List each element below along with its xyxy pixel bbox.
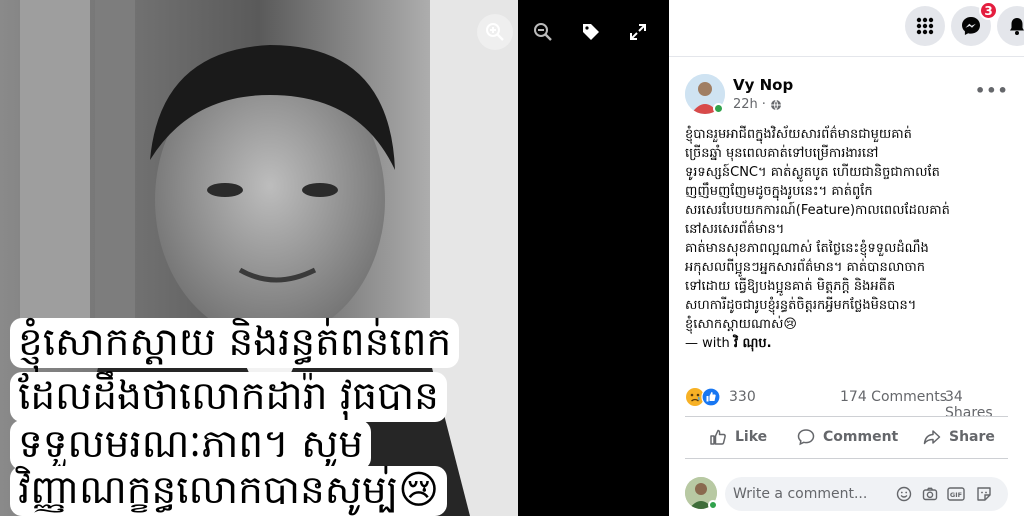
author-name[interactable]: Vy Nop (733, 76, 793, 94)
reaction-icons[interactable] (685, 387, 721, 407)
caption-line-4: វិញ្ញាណក្ខន្ធលោកបានសូម្ប់😢 (10, 466, 447, 516)
messenger-icon (962, 17, 980, 35)
online-indicator (713, 103, 724, 114)
photo-viewer: ខ្ញុំសោកស្ដាយ និងរន្ធត់ពន់ពេក ដែលដឹងថាលោ… (0, 0, 669, 516)
tag-icon (583, 24, 599, 40)
globe-icon (770, 99, 781, 110)
post-photo[interactable]: ខ្ញុំសោកស្ដាយ និងរន្ធត់ពន់ពេក ដែលដឹងថាលោ… (0, 0, 518, 516)
post-actions: Like Comment Share (685, 419, 1008, 455)
share-label: Share (949, 429, 995, 445)
like-reaction-icon (701, 387, 721, 407)
bell-icon (1010, 18, 1024, 35)
meta-separator: · (761, 97, 766, 112)
reaction-count[interactable]: 330 (729, 389, 756, 405)
zoom-in-icon (486, 23, 504, 41)
post-text-line: សរសេរបែបយកការណ៍(Feature)កាលពេលដែលគាត់ (685, 203, 950, 218)
post-text-line: ខ្ញុំបានរួមអាជីពក្នុងវិស័យសារព័ត៌មានជាមួ… (685, 127, 912, 142)
zoom-in-button[interactable] (477, 14, 513, 50)
tagged-person-link[interactable]: វិ ណុប. (734, 336, 772, 351)
camera-icon[interactable] (921, 485, 939, 503)
comment-button[interactable]: Comment (797, 419, 898, 455)
share-icon (923, 430, 941, 445)
comments-count[interactable]: 174 Comments (840, 389, 947, 405)
share-button[interactable]: Share (923, 419, 995, 455)
gif-icon[interactable]: GIF (947, 485, 965, 503)
post-text: ខ្ញុំបានរួមអាជីពក្នុងវិស័យសារព័ត៌មានជាមួ… (685, 125, 1015, 334)
notifications-button[interactable] (997, 6, 1024, 46)
post-text-line: ទៅដោយ ធ្វើឱ្យបងប្អូនគាត់ មិត្តភក្តិ និងអ… (685, 279, 896, 294)
divider (685, 458, 1008, 459)
caption-line-2: ដែលដឹងថាលោកដារ៉ា វុធបាន (10, 372, 447, 422)
with-prefix: — with (685, 336, 730, 351)
caption-line-3: ទទួលមរណៈភាព។ សូម (10, 420, 372, 470)
messenger-badge: 3 (979, 1, 998, 20)
tagged-with: — with វិ ណុប. (685, 335, 772, 354)
divider (685, 416, 1008, 417)
like-label: Like (735, 429, 768, 445)
menu-button[interactable] (905, 6, 945, 46)
zoom-out-icon (534, 23, 552, 41)
post-text-line: ខ្ញុំសោកស្ដាយណាស់😢 (685, 317, 797, 332)
post-text-line: សហការីដូចជារូបខ្ញុំរន្ធត់ចិត្តរកអ្វីមកថ្… (685, 298, 917, 313)
more-options-button[interactable]: ••• (975, 81, 1009, 100)
post-text-line: គាត់មានសុខភាពល្អណាស់ តែថ្ងៃនេះខ្ញុំទទួលដ… (685, 241, 929, 256)
comment-label: Comment (823, 429, 899, 445)
post-text-line: ញញឹមញញែមដូចក្នុងរូបនេះ។ គាត់ពូកែ (685, 184, 873, 199)
tag-button[interactable] (573, 14, 609, 50)
post-text-line: អកុសលពីប្អូនៗអ្នកសារព័ត៌មាន។ គាត់បានលាចា… (685, 260, 925, 275)
svg-text:GIF: GIF (950, 491, 962, 499)
sticker-icon[interactable] (975, 485, 993, 503)
post-text-line: ច្រើនឆ្នាំ មុនពេលគាត់ទៅបម្រើការងារនៅ (685, 146, 879, 161)
post-stats: 330 174 Comments 34 Shares (685, 387, 1008, 421)
online-indicator (708, 500, 718, 510)
comment-input[interactable] (733, 486, 893, 502)
zoom-out-button[interactable] (525, 14, 561, 50)
post-panel: Vy Nop 22h · ••• ខ្ញុំបានរួមអាជីពក្នុងវិ… (669, 56, 1024, 516)
thumbs-up-icon (710, 429, 726, 445)
top-navigation: 3 (669, 0, 1024, 56)
post-time[interactable]: 22h (733, 97, 758, 112)
like-button[interactable]: Like (709, 419, 767, 455)
fullscreen-button[interactable] (620, 14, 656, 50)
post-text-line: ទូរទស្សន៍CNC។ គាត់ស្លូតបូត ហើយជានិច្ចជាក… (685, 165, 940, 180)
post-text-line: នៅសរសេរព័ត៌មាន។ (685, 222, 785, 237)
fullscreen-icon (630, 24, 646, 40)
comment-composer[interactable]: GIF (725, 477, 1008, 511)
grid-menu-icon (916, 17, 934, 35)
comment-icon (797, 429, 815, 446)
emoji-icon[interactable] (895, 485, 913, 503)
post-meta: 22h · (733, 97, 782, 112)
caption-line-1: ខ្ញុំសោកស្ដាយ និងរន្ធត់ពន់ពេក (10, 318, 460, 368)
